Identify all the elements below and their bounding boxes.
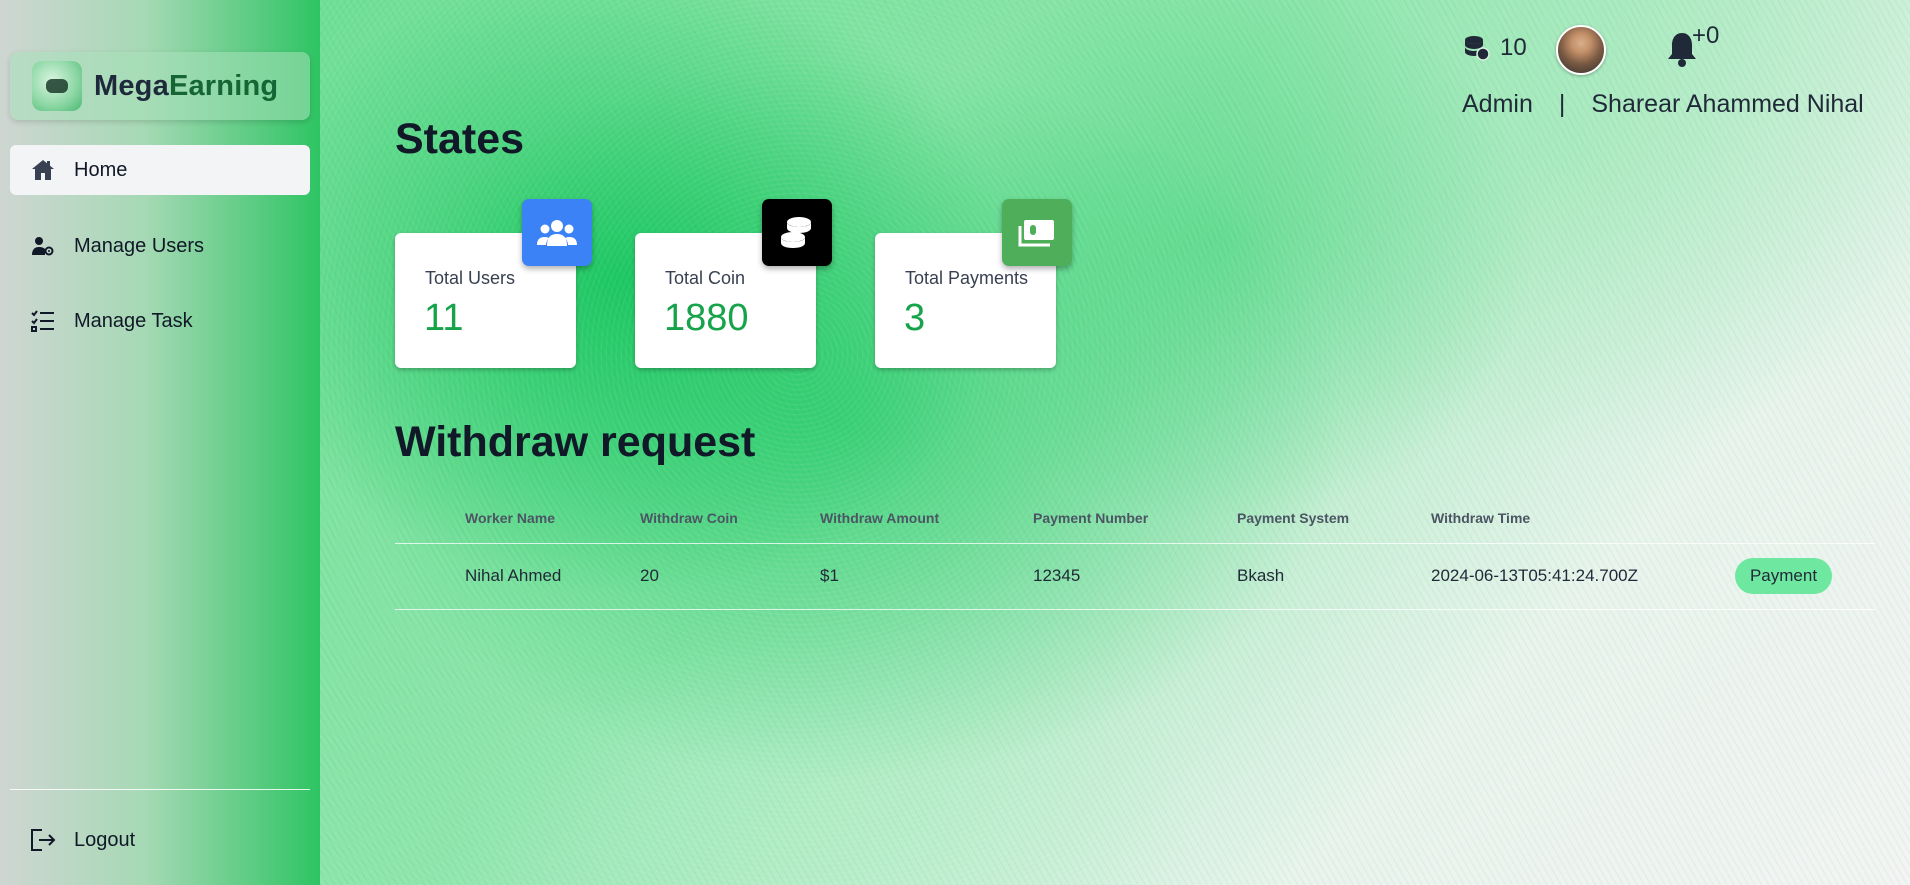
sidebar: MegaEarning Home Manage Users Manage Tas… bbox=[0, 0, 320, 885]
sidebar-item-manage-task[interactable]: Manage Task bbox=[10, 296, 310, 346]
user-info-separator: | bbox=[1558, 90, 1566, 118]
brand-name-part1: Mega bbox=[94, 69, 169, 102]
stat-label: Total Payments bbox=[905, 268, 1029, 288]
table-header: Worker Name Withdraw Coin Withdraw Amoun… bbox=[395, 500, 1875, 544]
cell-withdraw-coin: 20 bbox=[640, 566, 659, 585]
table-row: Nihal Ahmed 20 $1 12345 Bkash 2024-06-13… bbox=[395, 544, 1875, 610]
coin-balance-value: 10 bbox=[1500, 34, 1527, 61]
logout-icon bbox=[30, 827, 56, 853]
sidebar-item-home[interactable]: Home bbox=[10, 145, 310, 195]
cell-worker-name: Nihal Ahmed bbox=[465, 566, 562, 585]
column-header-withdraw-amount: Withdraw Amount bbox=[820, 510, 940, 526]
sidebar-item-label: Home bbox=[74, 158, 128, 181]
column-header-withdraw-time: Withdraw Time bbox=[1431, 510, 1531, 526]
stat-value: 3 bbox=[904, 297, 926, 339]
column-header-payment-system: Payment System bbox=[1237, 510, 1350, 526]
cell-withdraw-time: 2024-06-13T05:41:24.700Z bbox=[1431, 566, 1638, 585]
coin-balance: 10 bbox=[1462, 34, 1527, 62]
cell-payment-system: Bkash bbox=[1237, 566, 1285, 585]
coins-icon bbox=[762, 199, 832, 266]
logout-label: Logout bbox=[74, 828, 136, 851]
stat-label: Total Coin bbox=[665, 268, 746, 288]
sidebar-item-label: Manage Users bbox=[74, 234, 205, 257]
cell-payment-number: 12345 bbox=[1033, 566, 1081, 585]
logout-button[interactable]: Logout bbox=[10, 815, 310, 865]
withdraw-table: Worker Name Withdraw Coin Withdraw Amoun… bbox=[395, 500, 1875, 610]
brand-logo-icon bbox=[32, 61, 82, 111]
states-heading: States bbox=[395, 115, 525, 163]
brand-name: MegaEarning bbox=[94, 70, 278, 103]
task-list-icon bbox=[30, 308, 56, 334]
users-icon bbox=[522, 199, 592, 266]
user-role: Admin bbox=[1462, 90, 1533, 118]
stat-card-total-users: Total Users 11 bbox=[395, 199, 592, 368]
money-icon bbox=[1002, 199, 1072, 266]
stat-card-total-payments: Total Payments 3 bbox=[875, 199, 1072, 368]
stat-label: Total Users bbox=[425, 268, 516, 288]
stat-card-total-coin: Total Coin 1880 bbox=[635, 199, 832, 368]
column-header-payment-number: Payment Number bbox=[1033, 510, 1149, 526]
user-info: Admin | Sharear Ahammed Nihal bbox=[1462, 90, 1864, 119]
coins-icon bbox=[1462, 34, 1490, 62]
sidebar-item-manage-users[interactable]: Manage Users bbox=[10, 221, 310, 271]
stat-value: 11 bbox=[424, 297, 464, 339]
sidebar-item-label: Manage Task bbox=[74, 309, 193, 332]
payment-button[interactable]: Payment bbox=[1735, 558, 1832, 594]
brand-logo-block[interactable]: MegaEarning bbox=[10, 52, 310, 120]
avatar[interactable] bbox=[1556, 25, 1606, 75]
home-icon bbox=[30, 157, 56, 183]
column-header-worker-name: Worker Name bbox=[465, 510, 556, 526]
column-header-withdraw-coin: Withdraw Coin bbox=[640, 510, 738, 526]
user-gear-icon bbox=[30, 233, 56, 259]
brand-name-part2: Earning bbox=[168, 69, 279, 102]
cell-withdraw-amount: $1 bbox=[820, 566, 839, 585]
main-content: 10 +0 Admin | Sharear Ahammed Nihal Stat… bbox=[320, 0, 1910, 885]
notification-count: +0 bbox=[1692, 22, 1720, 49]
user-name: Sharear Ahammed Nihal bbox=[1591, 90, 1864, 118]
sidebar-divider bbox=[10, 789, 310, 790]
stat-value: 1880 bbox=[664, 297, 749, 339]
withdraw-heading: Withdraw request bbox=[395, 418, 756, 466]
